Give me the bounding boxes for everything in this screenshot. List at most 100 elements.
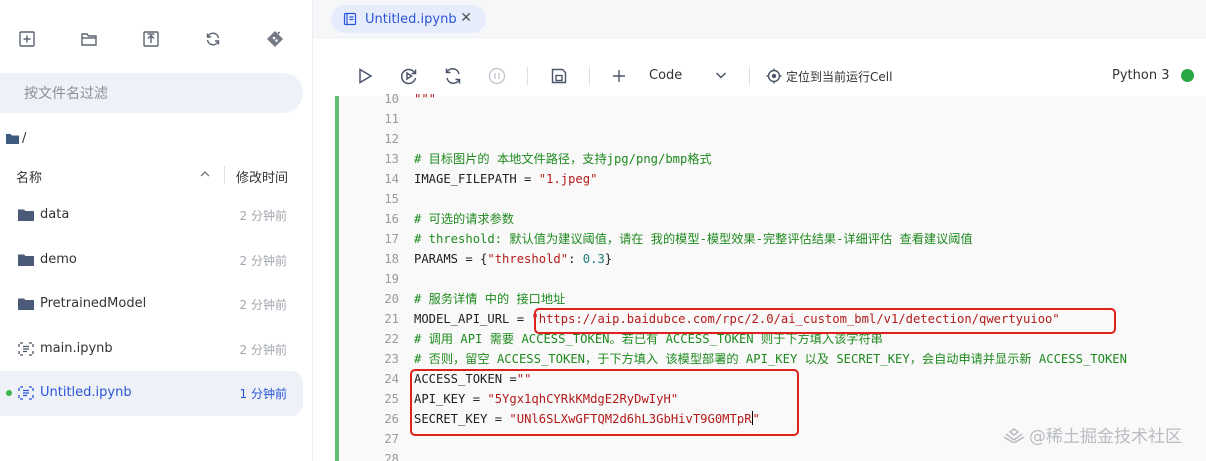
column-modified-header[interactable]: 修改时间 bbox=[236, 167, 288, 186]
line-number: 13 bbox=[384, 152, 399, 166]
code-token: # 可选的请求参数 bbox=[414, 212, 514, 226]
code-token: PARAMS = { bbox=[414, 252, 488, 266]
code-line[interactable]: 23 # 否则，留空 ACCESS_TOKEN，于下方填入 该模型部署的 API_… bbox=[339, 349, 1206, 369]
add-cell-icon[interactable] bbox=[609, 66, 629, 86]
folder-icon bbox=[18, 298, 34, 311]
code-line[interactable]: 28 bbox=[339, 449, 1206, 461]
upload-icon[interactable] bbox=[138, 26, 164, 52]
code-token: "threshold" bbox=[487, 252, 569, 266]
line-number: 22 bbox=[384, 332, 399, 346]
run-icon[interactable] bbox=[355, 66, 375, 86]
file-row[interactable]: main.ipynb 2 分钟前 bbox=[0, 327, 303, 372]
notebook-icon bbox=[18, 386, 34, 401]
run-all-icon[interactable] bbox=[399, 66, 419, 86]
code-token: "1.jpeg" bbox=[538, 172, 598, 186]
locate-icon[interactable] bbox=[765, 67, 783, 85]
line-number: 27 bbox=[384, 432, 399, 446]
chevron-down-icon[interactable] bbox=[713, 67, 729, 83]
juejin-logo-icon bbox=[1003, 427, 1025, 443]
code-line[interactable]: 15 bbox=[339, 189, 1206, 209]
line-number: 14 bbox=[384, 172, 399, 186]
code-text: # threshold: 默认值为建议阈值，请在 我的模型-模型效果-完整评估结… bbox=[414, 229, 973, 249]
line-number: 25 bbox=[384, 392, 399, 406]
code-token: : bbox=[568, 252, 583, 266]
code-editor[interactable]: 28 27 26 SECRET_KEY = "UNl6SLXwGFTQM2d6hL3G… bbox=[339, 92, 1206, 461]
toolbar-divider bbox=[749, 67, 750, 85]
code-token: # 服务详情 中的 接口地址 bbox=[414, 292, 566, 306]
file-browser-toolbar bbox=[0, 26, 313, 52]
file-row[interactable]: data 2 分钟前 bbox=[0, 193, 303, 238]
folder-icon bbox=[6, 134, 19, 144]
file-name: PretrainedModel bbox=[40, 296, 147, 312]
code-line[interactable]: 13 # 目标图片的 本地文件路径，支持jpg/png/bmp格式 bbox=[339, 149, 1206, 169]
line-number: 17 bbox=[384, 232, 399, 246]
line-number: 23 bbox=[384, 352, 399, 366]
toolbar-divider bbox=[589, 67, 590, 85]
code-line[interactable]: 12 bbox=[339, 129, 1206, 149]
code-line[interactable]: 19 bbox=[339, 269, 1206, 289]
jupyter-window: 按文件名过滤 / 名称 修改时间 data 2 分钟前 demo 2 分钟前 Pretr… bbox=[0, 0, 1206, 461]
line-number: 28 bbox=[384, 452, 399, 461]
code-token: # 目标图片的 本地文件路径，支持jpg/png/bmp格式 bbox=[414, 152, 712, 166]
line-number: 12 bbox=[384, 132, 399, 146]
folder-icon bbox=[18, 209, 34, 221]
breadcrumb[interactable]: / bbox=[6, 131, 26, 146]
close-icon[interactable]: ✕ bbox=[460, 11, 472, 25]
watermark-text: @稀土掘金技术社区 bbox=[1029, 427, 1182, 447]
file-browser-sidebar: 按文件名过滤 / 名称 修改时间 data 2 分钟前 demo 2 分钟前 Pretr… bbox=[0, 0, 313, 461]
folder-icon bbox=[18, 254, 34, 266]
code-text: """ bbox=[414, 89, 436, 109]
file-modified-time: 2 分钟前 bbox=[239, 342, 287, 357]
line-number: 24 bbox=[384, 372, 399, 386]
new-file-icon[interactable] bbox=[14, 26, 40, 52]
line-number: 16 bbox=[384, 212, 399, 226]
notebook-icon bbox=[18, 342, 34, 356]
code-line[interactable]: 16 # 可选的请求参数 bbox=[339, 209, 1206, 229]
code-text: # 可选的请求参数 bbox=[414, 209, 514, 229]
highlight-box-api-url bbox=[534, 308, 1116, 334]
save-icon[interactable] bbox=[549, 66, 569, 86]
notebook-icon bbox=[343, 12, 357, 26]
tab-title: Untitled.ipynb bbox=[365, 11, 457, 27]
cell-type-select[interactable]: Code bbox=[649, 68, 682, 83]
file-name: Untitled.ipynb bbox=[40, 385, 132, 401]
line-number: 15 bbox=[384, 192, 399, 206]
locate-running-cell-button[interactable]: 定位到当前运行Cell bbox=[786, 68, 892, 85]
code-line[interactable]: 14 IMAGE_FILEPATH = "1.jpeg" bbox=[339, 169, 1206, 189]
file-row[interactable]: Untitled.ipynb 1 分钟前 bbox=[0, 371, 303, 416]
code-line[interactable]: 10 """ bbox=[339, 89, 1206, 109]
tab-untitled-ipynb[interactable]: Untitled.ipynb ✕ bbox=[331, 5, 486, 33]
line-number: 26 bbox=[384, 412, 399, 426]
code-text: # 目标图片的 本地文件路径，支持jpg/png/bmp格式 bbox=[414, 149, 712, 169]
code-line[interactable]: 20 # 服务详情 中的 接口地址 bbox=[339, 289, 1206, 309]
line-number: 18 bbox=[384, 252, 399, 266]
file-modified-time: 2 分钟前 bbox=[239, 209, 287, 223]
code-text: IMAGE_FILEPATH = "1.jpeg" bbox=[414, 169, 597, 189]
code-line[interactable]: 11 bbox=[339, 109, 1206, 129]
file-row[interactable]: demo 2 分钟前 bbox=[0, 238, 303, 283]
code-line[interactable]: 18 PARAMS = {"threshold": 0.3} bbox=[339, 249, 1206, 269]
file-list: data 2 分钟前 demo 2 分钟前 PretrainedModel 2 分钟前 ma… bbox=[0, 193, 303, 416]
toolbar-divider bbox=[527, 67, 528, 85]
code-token: # 否则，留空 ACCESS_TOKEN，于下方填入 该模型部署的 API_KE… bbox=[414, 352, 1127, 366]
new-folder-icon[interactable] bbox=[76, 26, 102, 52]
watermark: @稀土掘金技术社区 bbox=[1003, 422, 1182, 447]
kernel-status-indicator bbox=[1181, 69, 1194, 82]
refresh-icon[interactable] bbox=[200, 26, 226, 52]
column-divider[interactable] bbox=[224, 166, 225, 184]
column-name-header[interactable]: 名称 bbox=[16, 167, 42, 186]
kernel-name[interactable]: Python 3 bbox=[1112, 68, 1169, 83]
restart-icon[interactable] bbox=[443, 66, 463, 86]
git-icon[interactable] bbox=[262, 26, 288, 52]
code-text: # 服务详情 中的 接口地址 bbox=[414, 289, 565, 309]
breadcrumb-path: / bbox=[22, 131, 27, 146]
chevron-up-icon[interactable] bbox=[198, 167, 212, 181]
line-number: 11 bbox=[384, 112, 399, 126]
file-name: data bbox=[40, 207, 70, 222]
file-filter-input[interactable]: 按文件名过滤 bbox=[0, 73, 303, 113]
interrupt-icon[interactable] bbox=[487, 66, 507, 86]
code-cell[interactable]: 28 27 26 SECRET_KEY = "UNl6SLXwGFTQM2d6hL3G… bbox=[335, 92, 1206, 461]
file-row[interactable]: PretrainedModel 2 分钟前 bbox=[0, 282, 303, 327]
code-line[interactable]: 17 # threshold: 默认值为建议阈值，请在 我的模型-模型效果-完整评… bbox=[339, 229, 1206, 249]
file-filter-placeholder: 按文件名过滤 bbox=[24, 86, 108, 102]
